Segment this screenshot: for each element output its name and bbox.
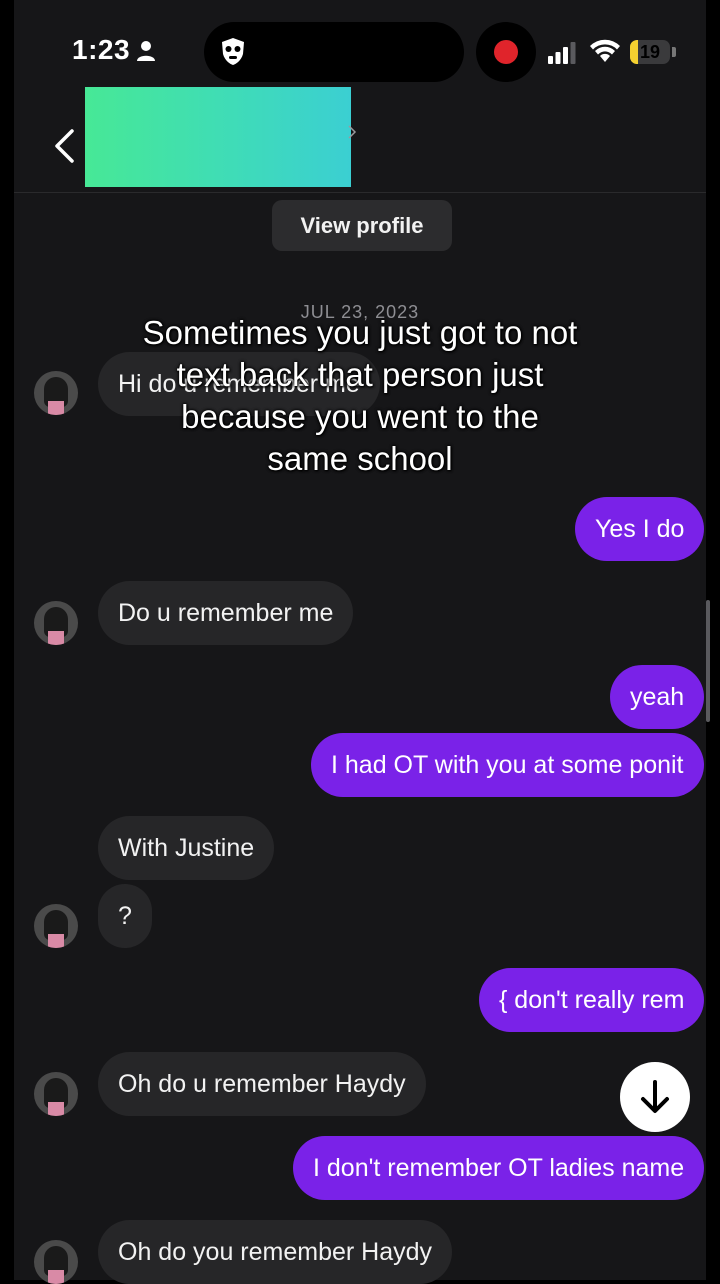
- bug-icon: [222, 38, 244, 65]
- person-icon: [137, 41, 155, 61]
- outgoing-message[interactable]: I don't remember OT ladies name: [293, 1136, 705, 1200]
- scroll-to-bottom-button[interactable]: [620, 1062, 690, 1132]
- wifi-icon: [590, 39, 620, 62]
- status-bar: 1:23 19: [0, 0, 720, 100]
- outgoing-message[interactable]: I had OT with you at some ponit: [311, 733, 704, 797]
- incoming-message[interactable]: Oh do you remember Haydy: [98, 1220, 453, 1284]
- status-time: 1:23: [72, 34, 131, 65]
- chevron-right-icon[interactable]: [346, 124, 358, 140]
- caption-line: Sometimes you just got to not: [142, 314, 578, 351]
- signal-icon: [548, 42, 576, 64]
- avatar[interactable]: [34, 904, 78, 948]
- avatar[interactable]: [34, 1072, 78, 1116]
- scrollbar[interactable]: [706, 600, 710, 722]
- outgoing-message[interactable]: yeah: [610, 665, 705, 729]
- view-profile-button[interactable]: View profile: [272, 200, 452, 251]
- incoming-message[interactable]: Do u remember me: [98, 581, 354, 645]
- chevron-left-icon[interactable]: [52, 128, 76, 164]
- caption-line: same school: [267, 440, 453, 477]
- record-icon: [494, 40, 518, 64]
- caption-line: text back that person just: [176, 356, 544, 393]
- avatar[interactable]: [34, 601, 78, 645]
- outgoing-message[interactable]: { don't really rem: [479, 968, 705, 1032]
- caption-line: because you went to the: [181, 398, 539, 435]
- battery-level: 19: [639, 42, 661, 62]
- video-caption: Sometimes you just got to not text back …: [100, 312, 620, 480]
- battery-cap: [672, 47, 676, 57]
- outgoing-message[interactable]: Yes I do: [575, 497, 705, 561]
- redacted-contact-name[interactable]: [85, 87, 351, 187]
- arrow-down-icon: [641, 1080, 669, 1113]
- battery-icon: 19: [630, 40, 670, 64]
- avatar[interactable]: [34, 371, 78, 415]
- incoming-message[interactable]: With Justine: [98, 816, 275, 880]
- avatar[interactable]: [34, 1240, 78, 1284]
- incoming-message[interactable]: ?: [98, 884, 152, 948]
- incoming-message[interactable]: Oh do u remember Haydy: [98, 1052, 426, 1116]
